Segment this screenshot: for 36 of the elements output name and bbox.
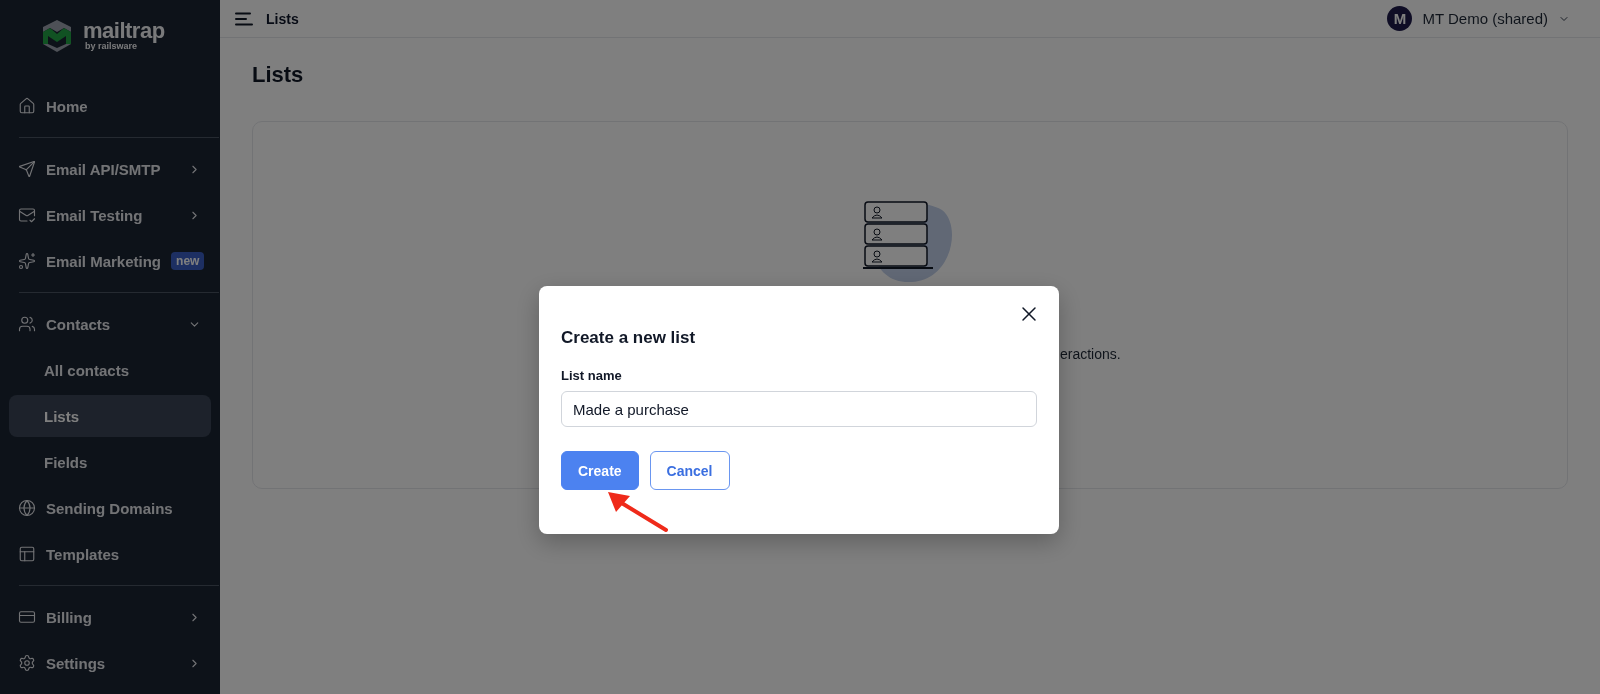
sidebar-item[interactable]: Sending Domains: [9, 487, 211, 529]
settings-icon: [18, 654, 36, 672]
arrow-icon: [606, 490, 670, 534]
sidebar-item[interactable]: Email Marketing new: [9, 240, 211, 282]
logo-name: mailtrap: [83, 20, 165, 42]
sidebar-item[interactable]: Contacts: [9, 303, 211, 345]
sidebar-item[interactable]: Lists: [9, 395, 211, 437]
send-icon: [18, 160, 36, 178]
sidebar-item[interactable]: Email Testing: [9, 194, 211, 236]
avatar: M: [1387, 6, 1413, 31]
page-title: Lists: [252, 62, 305, 88]
dialog-title: Create a new list: [561, 328, 697, 348]
layout-icon: [18, 545, 36, 563]
breadcrumb: Lists: [266, 10, 300, 27]
sidebar-item[interactable]: Email API/SMTP: [9, 148, 211, 190]
menu-icon[interactable]: [235, 11, 253, 26]
sidebar-item[interactable]: Templates: [9, 533, 211, 575]
sidebar-item[interactable]: Fields: [9, 441, 211, 483]
account-menu[interactable]: M MT Demo (shared): [1387, 6, 1570, 31]
globe-icon: [18, 499, 36, 517]
sidebar-item[interactable]: Home: [9, 85, 211, 127]
users-icon: [18, 315, 36, 333]
list-name-field[interactable]: Made a purchase: [561, 391, 1037, 427]
new-badge: new: [171, 252, 205, 270]
sidebar-item[interactable]: All contacts: [9, 349, 211, 391]
cancel-button[interactable]: Cancel: [649, 451, 730, 490]
sparkles-icon: [18, 252, 36, 270]
field-label: List name: [561, 368, 623, 383]
sidebar-item[interactable]: Billing: [9, 596, 211, 638]
credit-card-icon: [18, 608, 36, 626]
home-icon: [18, 97, 36, 115]
empty-state-text: eractions.: [1060, 346, 1122, 362]
mail-check-icon: [18, 206, 36, 224]
logo-tagline: by railsware: [85, 42, 138, 51]
sidebar-item[interactable]: Settings: [9, 642, 211, 684]
create-button[interactable]: Create: [561, 451, 639, 490]
